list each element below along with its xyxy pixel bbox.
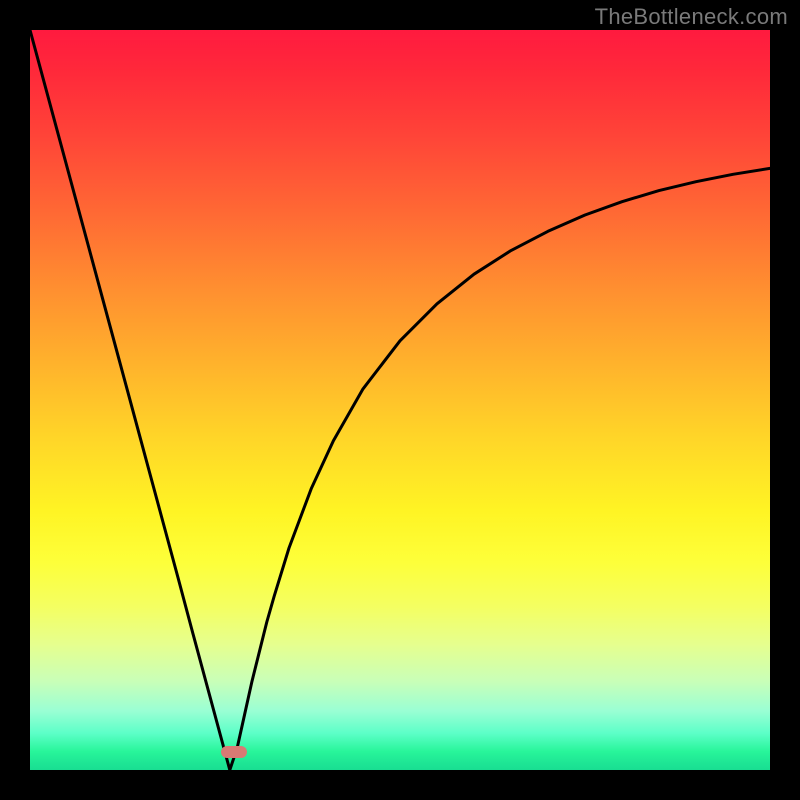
plot-area	[30, 30, 770, 770]
bottleneck-curve	[30, 30, 770, 770]
minimum-marker	[221, 746, 247, 758]
chart-frame: TheBottleneck.com	[0, 0, 800, 800]
watermark-text: TheBottleneck.com	[595, 4, 788, 30]
